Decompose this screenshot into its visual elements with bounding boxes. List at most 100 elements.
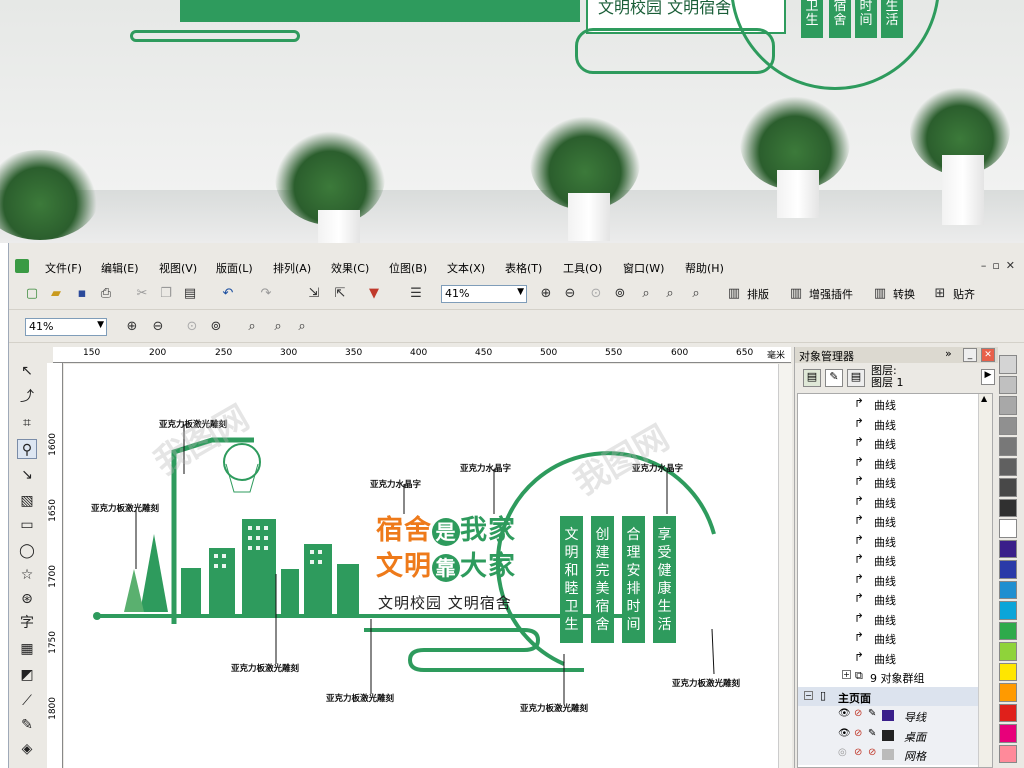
palette-swatch[interactable]	[999, 724, 1017, 743]
palette-swatch[interactable]	[999, 539, 1017, 558]
zoom-height-icon[interactable]: ⌕	[293, 318, 311, 336]
list-item[interactable]: ↱ 曲线	[798, 492, 980, 512]
property-zoom-select[interactable]: 41% ▼	[25, 318, 107, 336]
redo-icon[interactable]: ↷	[257, 285, 275, 303]
typeset-icon[interactable]: ▥	[725, 285, 743, 303]
palette-swatch[interactable]	[999, 703, 1017, 722]
flyout-arrow-icon[interactable]: ▶	[981, 369, 995, 385]
palette-swatch[interactable]	[999, 560, 1017, 579]
shape-tool-icon[interactable]: ⤴	[17, 387, 37, 407]
crop-tool-icon[interactable]: ⌗	[17, 413, 37, 433]
zoom-in-icon[interactable]: ⊕	[537, 285, 555, 303]
layer-manager-view-icon[interactable]: ▤	[847, 369, 865, 387]
menu-bitmaps[interactable]: 位图(B)	[389, 260, 427, 276]
palette-swatch[interactable]	[999, 662, 1017, 681]
printable-icon[interactable]: ⊘	[854, 728, 862, 739]
zoom-selected-icon[interactable]: ⊙	[587, 285, 605, 303]
list-item[interactable]: ↱ 曲线	[798, 550, 980, 570]
visible-eye-icon[interactable]: 👁	[838, 728, 851, 739]
list-item[interactable]: ↱ 曲线	[798, 609, 980, 629]
palette-swatch[interactable]	[999, 642, 1017, 661]
list-item[interactable]: ↱ 曲线	[798, 531, 980, 551]
master-layer-row[interactable]: 👁 ⊘ ✎ 导线	[798, 706, 980, 726]
ellipse-tool-icon[interactable]: ◯	[17, 541, 37, 561]
edit-across-layers-icon[interactable]: ✎	[825, 369, 843, 387]
menu-layout[interactable]: 版面(L)	[216, 260, 253, 276]
editable-pencil-icon[interactable]: ✎	[868, 728, 876, 739]
save-icon[interactable]: ▪	[73, 285, 91, 303]
collapse-icon[interactable]: −	[804, 690, 813, 700]
freehand-tool-icon[interactable]: ↘	[17, 465, 37, 485]
master-layer-row[interactable]: ◎ ⊘ ⊘ 网格	[798, 745, 980, 765]
zoom-out-icon[interactable]: ⊖	[561, 285, 579, 303]
smart-fill-icon[interactable]: ▧	[17, 491, 37, 511]
list-item[interactable]: ↱ 曲线	[798, 414, 980, 434]
zoom-level-select[interactable]: 41% ▼	[441, 285, 527, 303]
zoom-width-icon[interactable]: ⌕	[661, 285, 679, 303]
convert-icon[interactable]: ▥	[871, 285, 889, 303]
editable-pencil-icon[interactable]: ✎	[868, 708, 876, 719]
menu-view[interactable]: 视图(V)	[159, 260, 197, 276]
zoom-in-icon[interactable]: ⊕	[123, 318, 141, 336]
zoom-all-icon[interactable]: ⊚	[207, 318, 225, 336]
interactive-blend-icon[interactable]: ◩	[17, 665, 37, 685]
show-properties-icon[interactable]: ▤	[803, 369, 821, 387]
copy-icon[interactable]: ❐	[157, 285, 175, 303]
menu-help[interactable]: 帮助(H)	[685, 260, 724, 276]
menu-text[interactable]: 文本(X)	[447, 260, 485, 276]
zoom-page-icon[interactable]: ⌕	[243, 318, 261, 336]
palette-swatch[interactable]	[999, 683, 1017, 702]
zoom-height-icon[interactable]: ⌕	[687, 285, 705, 303]
master-layer-row[interactable]: 👁 ⊘ ✎ 桌面	[798, 725, 980, 745]
undo-icon[interactable]: ↶	[219, 285, 237, 303]
vertical-ruler[interactable]: 1600 1650 1700 1750 1800	[47, 363, 63, 768]
list-item[interactable]: ↱ 曲线	[798, 433, 980, 453]
palette-swatch[interactable]	[999, 396, 1017, 415]
palette-swatch[interactable]	[999, 355, 1017, 374]
list-item[interactable]: ↱ 曲线	[798, 511, 980, 531]
snap-button[interactable]: 贴齐	[953, 286, 975, 302]
palette-swatch[interactable]	[999, 498, 1017, 517]
menu-effects[interactable]: 效果(C)	[331, 260, 369, 276]
hidden-eye-icon[interactable]: ◎	[838, 747, 847, 758]
printable-icon[interactable]: ⊘	[854, 708, 862, 719]
outline-pen-icon[interactable]: ✎	[17, 715, 37, 735]
list-item[interactable]: ↱ 曲线	[798, 394, 980, 414]
printable-icon[interactable]: ⊘	[854, 747, 862, 758]
plugin-icon[interactable]: ▥	[787, 285, 805, 303]
paste-icon[interactable]: ▤	[181, 285, 199, 303]
master-page-row[interactable]: − ▯ 主页面	[798, 686, 980, 706]
docker-expand-icon[interactable]: »	[945, 347, 952, 360]
list-item[interactable]: ↱ 曲线	[798, 570, 980, 590]
menu-edit[interactable]: 编辑(E)	[101, 260, 139, 276]
convert-button[interactable]: 转换	[893, 286, 915, 302]
list-item[interactable]: ↱ 曲线	[798, 628, 980, 648]
rectangle-tool-icon[interactable]: ▭	[17, 515, 37, 535]
zoom-selected-icon[interactable]: ⊙	[183, 318, 201, 336]
canvas-vertical-scrollbar[interactable]	[778, 364, 792, 768]
publish-pdf-icon[interactable]: ▼	[365, 285, 383, 303]
palette-swatch[interactable]	[999, 744, 1017, 763]
palette-swatch[interactable]	[999, 437, 1017, 456]
zoom-out-icon[interactable]: ⊖	[149, 318, 167, 336]
palette-swatch[interactable]	[999, 519, 1017, 538]
menu-arrange[interactable]: 排列(A)	[273, 260, 311, 276]
palette-swatch[interactable]	[999, 601, 1017, 620]
list-item[interactable]: ↱ 曲线	[798, 453, 980, 473]
plugin-button[interactable]: 增强插件	[809, 286, 853, 302]
pick-tool-icon[interactable]: ↖	[17, 361, 37, 381]
menu-tools[interactable]: 工具(O)	[563, 260, 602, 276]
palette-swatch[interactable]	[999, 621, 1017, 640]
text-tool-icon[interactable]: 字	[17, 613, 37, 633]
application-launcher-icon[interactable]: ☰	[407, 285, 425, 303]
window-controls[interactable]: –▫✕	[981, 259, 1021, 272]
palette-swatch[interactable]	[999, 478, 1017, 497]
list-item[interactable]: ↱ 曲线	[798, 648, 980, 668]
palette-swatch[interactable]	[999, 416, 1017, 435]
export-icon[interactable]: ⇱	[331, 285, 349, 303]
locked-icon[interactable]: ⊘	[868, 747, 876, 758]
list-item[interactable]: ↱ 曲线	[798, 589, 980, 609]
menu-file[interactable]: 文件(F)	[45, 260, 82, 276]
new-document-icon[interactable]: ▢	[23, 285, 41, 303]
typeset-button[interactable]: 排版	[747, 286, 769, 302]
